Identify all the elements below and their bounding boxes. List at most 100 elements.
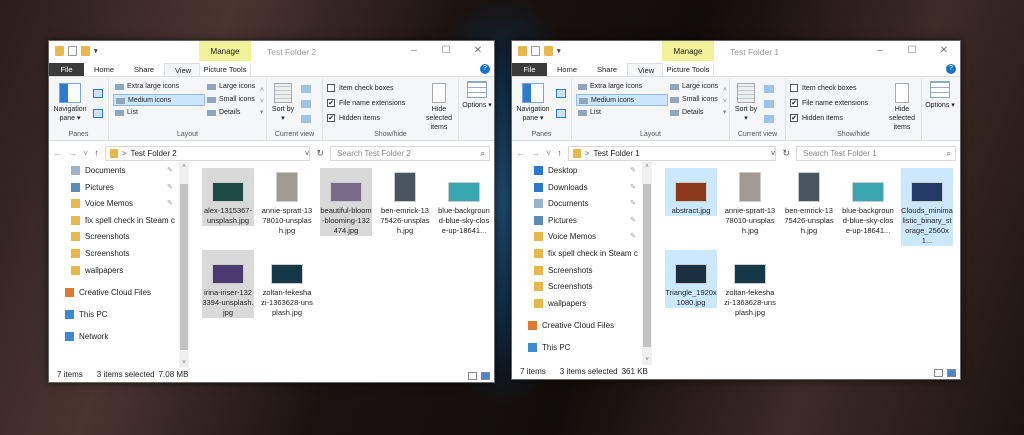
search-icon[interactable]: ⌕	[481, 147, 485, 160]
breadcrumb-current[interactable]: Test Folder 1	[593, 149, 639, 158]
file-item[interactable]: beautiful-bloom-blooming-132474.jpg	[320, 168, 372, 236]
nav-item[interactable]: Screenshots	[534, 282, 638, 292]
file-item[interactable]: abstract.jpg	[665, 168, 717, 216]
nav-item[interactable]: Screenshots	[71, 249, 175, 258]
nav-item[interactable]: Screenshots	[71, 232, 175, 242]
nav-item[interactable]: This PC	[65, 310, 177, 320]
address-dropdown-icon[interactable]: ˅	[305, 149, 310, 158]
customize-dropdown-icon[interactable]: ▾	[557, 47, 561, 55]
large-icons-view-icon[interactable]	[947, 369, 956, 377]
checkbox-box[interactable]	[327, 84, 335, 92]
checkbox-box[interactable]: ✔	[327, 114, 335, 122]
address-dropdown-icon[interactable]: ˅	[771, 149, 776, 158]
nav-scrollbar[interactable]: ˄ ˅	[179, 162, 189, 368]
file-item[interactable]: irina-iriser-1323394-unsplash.jpg	[202, 250, 254, 318]
scroll-down-button[interactable]: ˅	[642, 357, 652, 363]
file-item[interactable]: annie-spratt-1378010-unsplash.jpg	[261, 168, 313, 236]
details-pane-button[interactable]	[93, 109, 103, 118]
maximize-button[interactable]: ☐	[430, 41, 462, 61]
scrollbar-thumb[interactable]	[180, 184, 188, 350]
scroll-up-button[interactable]: ˄	[179, 164, 189, 170]
nav-item[interactable]: wallpapers	[71, 265, 175, 275]
layout-option[interactable]: Medium icons	[113, 94, 205, 106]
hide-selected-items-button[interactable]: Hide selected items	[419, 83, 459, 132]
file-item[interactable]: annie-spratt-1378010-unsplash.jpg	[724, 168, 776, 236]
breadcrumb-current[interactable]: Test Folder 2	[130, 149, 176, 158]
properties-icon[interactable]	[68, 46, 77, 56]
layout-more-icon[interactable]: ˄ ˅ ▾	[723, 85, 727, 118]
tab-picture-tools[interactable]: Picture Tools	[662, 63, 714, 76]
tab-view[interactable]: View	[164, 63, 203, 76]
checkbox-box[interactable]: ✔	[790, 99, 798, 107]
group-by-icon[interactable]	[301, 85, 311, 93]
scrollbar-thumb[interactable]	[643, 184, 651, 347]
details-pane-button[interactable]	[556, 109, 566, 118]
tab-home[interactable]: Home	[547, 63, 587, 76]
group-by-icon[interactable]	[764, 85, 774, 93]
checkbox-file-name-extensions[interactable]: ✔ File name extensions	[790, 99, 868, 107]
file-item[interactable]: blue-background-blue-sky-close-up-18641.…	[438, 168, 490, 236]
nav-item[interactable]: Documents	[71, 166, 175, 175]
search-input[interactable]: Search Test Folder 1 ⌕	[796, 145, 956, 161]
details-view-icon[interactable]	[934, 369, 943, 377]
nav-item[interactable]: Documents	[534, 199, 638, 209]
minimize-button[interactable]: –	[398, 41, 430, 61]
forward-button[interactable]: →	[531, 148, 540, 158]
help-icon[interactable]: ?	[946, 64, 956, 74]
nav-item[interactable]: fix spell check in Steam ch	[534, 249, 638, 258]
nav-item[interactable]: wallpapers	[534, 298, 638, 308]
nav-item[interactable]: Voice Memos	[71, 199, 175, 209]
nav-item[interactable]: Desktop	[534, 166, 638, 175]
preview-pane-button[interactable]	[556, 89, 566, 98]
checkbox-hidden-items[interactable]: ✔ Hidden items	[790, 114, 843, 122]
checkbox-box[interactable]	[790, 84, 798, 92]
checkbox-box[interactable]: ✔	[327, 99, 335, 107]
recent-dropdown[interactable]: ˅	[546, 148, 551, 158]
layout-option[interactable]: Small icons	[205, 94, 265, 106]
folder-icon[interactable]	[518, 46, 527, 56]
nav-item[interactable]: This PC	[528, 343, 640, 353]
nav-item[interactable]: Voice Memos	[534, 232, 638, 242]
scroll-up-button[interactable]: ˄	[642, 164, 652, 170]
file-item[interactable]: alex-1315367-unsplash.jpg	[202, 168, 254, 226]
nav-item[interactable]: Pictures	[534, 215, 638, 225]
size-columns-icon[interactable]	[764, 115, 774, 123]
hide-selected-items-button[interactable]: Hide selected items	[882, 83, 922, 132]
nav-scrollbar[interactable]: ˄ ˅	[642, 162, 652, 365]
checkbox-file-name-extensions[interactable]: ✔ File name extensions	[327, 99, 405, 107]
size-columns-icon[interactable]	[301, 115, 311, 123]
tab-home[interactable]: Home	[84, 63, 124, 76]
layout-option[interactable]: List	[113, 107, 205, 119]
sort-by-button[interactable]: Sort by ▾	[271, 83, 295, 123]
file-item[interactable]: ben-emrick-1375426-unsplash.jpg	[379, 168, 431, 236]
close-button[interactable]: ✕	[928, 41, 960, 61]
nav-item[interactable]: Screenshots	[534, 265, 638, 275]
tab-view[interactable]: View	[627, 63, 666, 76]
details-view-icon[interactable]	[468, 372, 477, 380]
layout-option[interactable]: Details	[205, 107, 265, 119]
large-icons-view-icon[interactable]	[481, 372, 490, 380]
customize-dropdown-icon[interactable]: ▾	[94, 47, 98, 55]
checkbox-hidden-items[interactable]: ✔ Hidden items	[327, 114, 380, 122]
file-item[interactable]: Triangle_1920x1080.jpg	[665, 250, 717, 308]
options-button[interactable]: Options ▾	[924, 81, 956, 110]
options-button[interactable]: Options ▾	[461, 81, 493, 110]
file-item[interactable]: zoltan-fekeshazi-1363628-unsplash.jpg	[261, 250, 313, 318]
search-input[interactable]: Search Test Folder 2 ⌕	[330, 145, 490, 161]
new-folder-icon[interactable]	[544, 46, 553, 56]
sort-by-button[interactable]: Sort by ▾	[734, 83, 758, 123]
tab-manage[interactable]: Manage	[199, 41, 251, 61]
nav-item[interactable]: Network	[65, 332, 177, 342]
help-icon[interactable]: ?	[480, 64, 490, 74]
checkbox-item-check-boxes[interactable]: Item check boxes	[790, 84, 856, 92]
navigation-pane-button[interactable]: Navigation pane ▾	[51, 83, 89, 123]
navigation-pane-button[interactable]: Navigation pane ▾	[514, 83, 552, 123]
new-folder-icon[interactable]	[81, 46, 90, 56]
recent-dropdown[interactable]: ˅	[83, 148, 88, 158]
nav-item[interactable]: Creative Cloud Files	[528, 321, 640, 331]
add-columns-icon[interactable]	[764, 100, 774, 108]
tab-share[interactable]: Share	[124, 63, 164, 76]
checkbox-box[interactable]: ✔	[790, 114, 798, 122]
nav-item[interactable]: Downloads	[534, 182, 638, 192]
refresh-button[interactable]: ↻	[782, 148, 790, 159]
